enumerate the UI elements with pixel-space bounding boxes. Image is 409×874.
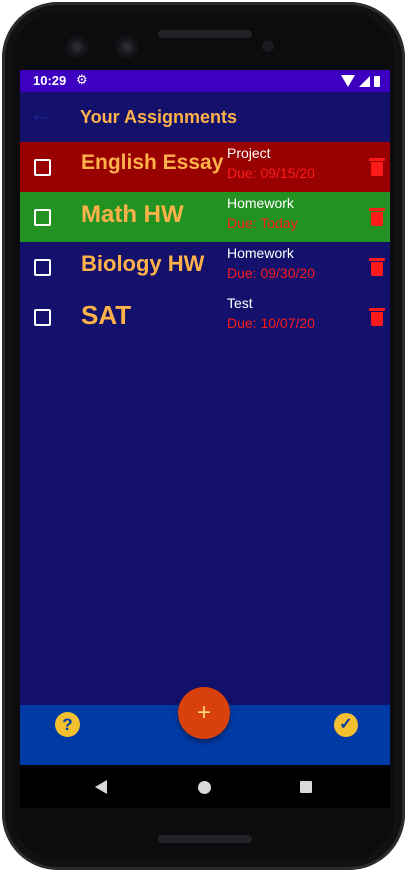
battery-icon xyxy=(374,75,380,87)
proximity-sensor xyxy=(262,40,274,52)
assignment-checkbox[interactable] xyxy=(34,209,51,226)
assignment-row[interactable]: SAT Test Due: 10/07/20 xyxy=(20,292,390,342)
front-camera-icon xyxy=(116,36,138,58)
assignment-type: Test xyxy=(227,295,253,311)
assignment-row[interactable]: Math HW Homework Due: Today xyxy=(20,192,390,242)
system-nav-bar xyxy=(20,765,390,808)
check-circle-icon[interactable]: ✓ xyxy=(334,713,358,737)
add-assignment-button[interactable]: + xyxy=(178,687,230,739)
page-title: Your Assignments xyxy=(80,107,238,127)
trash-icon[interactable] xyxy=(369,258,385,276)
trash-icon[interactable] xyxy=(369,308,385,326)
assignment-row[interactable]: Biology HW Homework Due: 09/30/20 xyxy=(20,242,390,292)
status-bar: 10:29 ⚙ xyxy=(20,70,390,92)
assignment-name: SAT xyxy=(81,300,132,330)
assignment-type: Homework xyxy=(227,245,294,261)
assignment-due: Due: 10/07/20 xyxy=(227,315,315,331)
assignment-name: Biology HW xyxy=(81,251,205,276)
assignment-name: Math HW xyxy=(81,201,184,228)
front-camera-icon xyxy=(66,36,88,58)
nav-recents-icon[interactable] xyxy=(300,781,312,793)
assignment-type: Homework xyxy=(227,195,294,211)
assignment-checkbox[interactable] xyxy=(34,309,51,326)
assignment-type: Project xyxy=(227,145,271,161)
assignment-due: Due: Today xyxy=(227,215,298,231)
cell-signal-icon xyxy=(359,75,370,87)
trash-icon[interactable] xyxy=(369,208,385,226)
arrow-back-icon[interactable]: ← xyxy=(30,104,50,127)
app-screen: 10:29 ⚙ ← Your Assignments English Essay… xyxy=(20,70,390,808)
bottom-speaker xyxy=(158,835,252,843)
status-time: 10:29 xyxy=(33,73,67,88)
trash-icon[interactable] xyxy=(369,158,385,176)
app-bar: ← Your Assignments xyxy=(20,92,390,142)
assignment-row[interactable]: English Essay Project Due: 09/15/20 xyxy=(20,142,390,192)
help-icon[interactable]: ? xyxy=(55,712,80,737)
assignment-checkbox[interactable] xyxy=(34,159,51,176)
gear-icon: ⚙ xyxy=(76,72,88,87)
assignment-due: Due: 09/15/20 xyxy=(227,165,315,181)
earpiece-speaker xyxy=(158,30,252,38)
assignment-name: English Essay xyxy=(81,151,224,174)
wifi-icon xyxy=(341,75,355,87)
nav-home-icon[interactable] xyxy=(198,781,211,794)
assignment-due: Due: 09/30/20 xyxy=(227,265,315,281)
assignment-checkbox[interactable] xyxy=(34,259,51,276)
nav-back-icon[interactable] xyxy=(95,780,107,794)
status-icons xyxy=(341,75,380,87)
